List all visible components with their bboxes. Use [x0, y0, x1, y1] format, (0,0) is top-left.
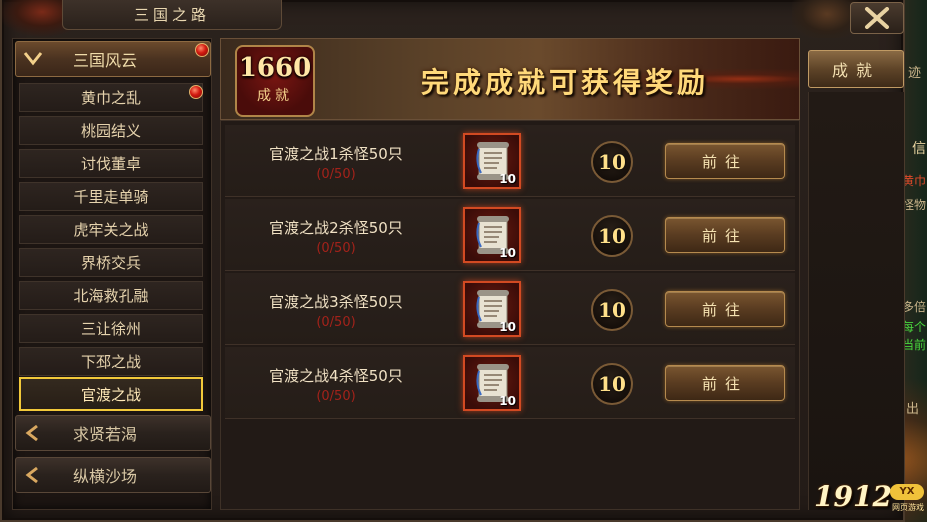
bg-fragment-c: 怪物: [902, 198, 927, 212]
achievement-score-badge: 1660 成就: [235, 45, 315, 117]
sidebar-item[interactable]: 界桥交兵: [19, 248, 203, 277]
chevron-left-icon: [16, 457, 50, 493]
task-progress: (0/50): [316, 167, 356, 182]
sidebar-item[interactable]: 千里走单骑: [19, 182, 203, 211]
category-zongheng-shachang[interactable]: 纵横沙场: [15, 457, 211, 493]
sidebar-item[interactable]: 虎牢关之战: [19, 215, 203, 244]
sidebar-item[interactable]: 下邳之战: [19, 347, 203, 376]
logo-badge: YX: [890, 484, 924, 500]
reward-item[interactable]: 10: [463, 281, 521, 337]
window-title: 三国之路: [62, 0, 282, 30]
alert-dot-icon: [195, 43, 209, 57]
achievement-points: 10: [591, 363, 633, 405]
task-progress: (0/50): [316, 389, 356, 404]
reward-count: 10: [499, 320, 516, 334]
task-name: 官渡之战4杀怪50只: [269, 367, 403, 385]
bg-fragment-e: 每个: [902, 320, 927, 334]
sidebar-item-label: 千里走单骑: [73, 188, 149, 206]
task-name: 官渡之战3杀怪50只: [269, 293, 403, 311]
task-row: 官渡之战2杀怪50只 (0/50) 10 10 前往: [225, 199, 795, 271]
go-button[interactable]: 前往: [665, 291, 785, 327]
sidebar-item-label: 官渡之战: [80, 385, 141, 404]
reward-count: 10: [499, 172, 516, 186]
reward-item[interactable]: 10: [463, 133, 521, 189]
go-button[interactable]: 前往: [665, 143, 785, 179]
banner-headline: 完成成就可获得奖励: [421, 66, 710, 99]
tab-achievement[interactable]: 成就: [808, 50, 904, 88]
category-label: 纵横沙场: [72, 467, 137, 486]
task-list: 官渡之战1杀怪50只 (0/50) 10 10 前往 官渡之战2杀怪50只 (0…: [220, 120, 800, 510]
category-label: 求贤若渴: [72, 425, 137, 444]
category-label: 三国风云: [72, 51, 137, 70]
category-sidebar: 三国风云 黄巾之乱 桃园结义 讨伐董卓 千里走单骑 虎牢关之战 界桥交兵 北海救…: [12, 38, 212, 510]
reward-item[interactable]: 10: [463, 207, 521, 263]
bg-fragment-a: 信: [912, 141, 926, 157]
task-name: 官渡之战2杀怪50只: [269, 219, 403, 237]
task-progress: (0/50): [316, 315, 356, 330]
category-qiuxian-ruoke[interactable]: 求贤若渴: [15, 415, 211, 451]
achievement-window: 三国之路 三国风云 黄巾之乱 桃园结义 讨伐董卓 千里走单骑 虎牢关之战 界桥交…: [0, 0, 905, 522]
achievement-score: 1660: [238, 53, 312, 83]
reward-count: 10: [499, 246, 516, 260]
bg-fragment-g: 出: [906, 402, 920, 417]
bg-fragment-f: 当前: [902, 338, 927, 352]
sidebar-item-label: 界桥交兵: [80, 254, 141, 272]
sidebar-item-label: 下邳之战: [80, 353, 141, 371]
task-name: 官渡之战1杀怪50只: [269, 145, 403, 163]
task-row: 官渡之战3杀怪50只 (0/50) 10 10 前往: [225, 273, 795, 345]
chevron-left-icon: [16, 415, 50, 451]
go-button[interactable]: 前往: [665, 365, 785, 401]
achievement-banner: 1660 成就 完成成就可获得奖励: [220, 38, 800, 120]
achievement-points: 10: [591, 289, 633, 331]
reward-item[interactable]: 10: [463, 355, 521, 411]
bg-fragment-d: 多倍: [902, 300, 927, 314]
task-progress: (0/50): [316, 241, 356, 256]
chevron-down-icon: [16, 41, 50, 77]
task-row: 官渡之战4杀怪50只 (0/50) 10 10 前往: [225, 347, 795, 419]
sidebar-item-label: 三让徐州: [80, 320, 141, 338]
bg-fragment-top: 迹: [908, 66, 922, 81]
sidebar-item-label: 讨伐董卓: [80, 155, 141, 173]
sidebar-item-label: 黄巾之乱: [80, 89, 141, 107]
go-button[interactable]: 前往: [665, 217, 785, 253]
sidebar-item[interactable]: 讨伐董卓: [19, 149, 203, 178]
sidebar-item-label: 虎牢关之战: [73, 221, 149, 239]
bg-fragment-b: 黄巾: [902, 174, 927, 188]
site-logo: 1912 YX 网页游戏: [810, 478, 927, 518]
close-icon: [865, 7, 889, 29]
sidebar-item-label: 北海救孔融: [73, 287, 149, 305]
sidebar-item[interactable]: 桃园结义: [19, 116, 203, 145]
reward-count: 10: [499, 394, 516, 408]
achievement-points: 10: [591, 141, 633, 183]
logo-subtitle: 网页游戏: [892, 503, 924, 512]
logo-number: 1912: [814, 480, 892, 513]
sidebar-item[interactable]: 三让徐州: [19, 314, 203, 343]
achievement-score-label: 成就: [257, 88, 293, 104]
sidebar-item-active[interactable]: 官渡之战: [19, 377, 203, 411]
alert-dot-icon: [189, 85, 203, 99]
close-button[interactable]: [850, 2, 904, 34]
achievement-points: 10: [591, 215, 633, 257]
sidebar-item[interactable]: 黄巾之乱: [19, 83, 203, 112]
task-row: 官渡之战1杀怪50只 (0/50) 10 10 前往: [225, 125, 795, 197]
category-sanguo-fengyun[interactable]: 三国风云: [15, 41, 211, 77]
sidebar-item-label: 桃园结义: [80, 122, 141, 140]
sidebar-item[interactable]: 北海救孔融: [19, 281, 203, 310]
right-decorative-panel: [808, 92, 904, 510]
